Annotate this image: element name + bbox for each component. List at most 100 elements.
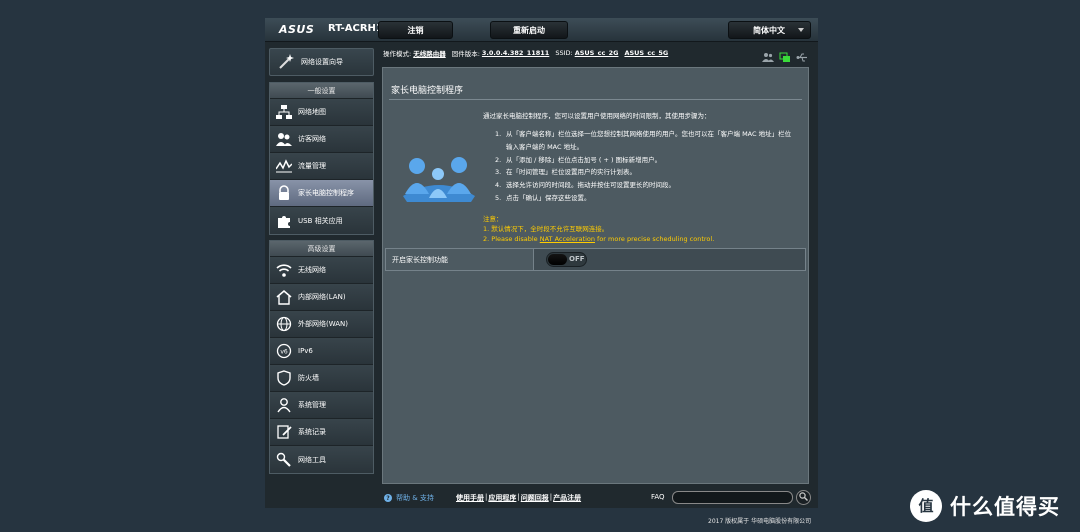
list-item: 3. 在「时间管理」栏位设置用户的实行计划表。	[495, 166, 795, 179]
usb-status-icon[interactable]	[796, 48, 808, 62]
nav-item-label: 无线网络	[298, 266, 326, 274]
faq-search-button[interactable]	[796, 490, 811, 505]
magic-wand-icon	[277, 53, 295, 71]
footer-links: 使用手册 | 应用程序 | 问题回报 | 产品注册	[456, 493, 581, 503]
admin-person-icon	[276, 397, 292, 413]
title-divider	[389, 99, 802, 100]
asus-logo: ASUS	[279, 23, 315, 36]
step-number: 5.	[495, 193, 502, 202]
reboot-button[interactable]: 重新启动	[490, 21, 568, 39]
system-log-icon	[276, 424, 292, 440]
step-text: 选择允许访问的时间段。拖动并按住可设置更长的时间段。	[506, 181, 675, 190]
nav-item-administration[interactable]: 系统管理	[270, 392, 373, 419]
nav-item-network-map[interactable]: 网络地图	[270, 99, 373, 126]
smzdm-watermark: 值 什么值得买	[910, 490, 1060, 522]
feedback-link[interactable]: 问题回报	[521, 493, 549, 503]
utility-link[interactable]: 应用程序	[488, 493, 516, 503]
nav-item-label: IPv6	[298, 347, 313, 355]
note-1: 1. 默认情况下，全时段不允许互联网连接。	[483, 225, 609, 233]
help-support-link[interactable]: ? 帮助 & 支持	[384, 493, 434, 503]
operation-mode-label: 操作模式:	[383, 50, 412, 58]
nav-item-network-tools[interactable]: 网络工具	[270, 446, 373, 473]
list-item: 4. 选择允许访问的时间段。拖动并按住可设置更长的时间段。	[495, 179, 795, 192]
step-number: 1.	[495, 130, 502, 138]
enable-parental-control-label: 开启家长控制功能	[386, 249, 534, 270]
svg-text:v6: v6	[280, 349, 288, 356]
family-icon	[401, 154, 477, 204]
firewall-shield-icon	[276, 370, 292, 386]
nav-item-lan[interactable]: 内部网络(LAN)	[270, 284, 373, 311]
network-map-icon	[276, 104, 292, 120]
network-wizard-button[interactable]: 网络设置向导	[269, 48, 374, 76]
language-select[interactable]: 简体中文	[728, 21, 811, 39]
status-bar: 操作模式: 无线路由器 固件版本: 3.0.0.4.382_11811 SSID…	[383, 46, 813, 60]
list-item: 1. 从「客户端名称」栏位选择一位您想控制其网络使用的用户。您也可以在「客户端 M…	[495, 128, 795, 154]
main-panel: 家长电脑控制程序 通过家长电脑控制程序，您可以设置用户使用网络的时间限制，其使用…	[382, 67, 809, 484]
wireless-icon	[276, 262, 292, 278]
parental-lock-icon	[276, 185, 292, 201]
step-text: 从「添加 / 移除」栏位点击加号 ( + ) 图标新增用户。	[506, 155, 662, 164]
step-text: 在「时间管理」栏位设置用户的实行计划表。	[506, 168, 636, 177]
nav-item-firewall[interactable]: 防火墙	[270, 365, 373, 392]
note-2-suffix: for more precise scheduling control.	[594, 235, 715, 243]
note-2: 2. Please disable NAT Acceleration for m…	[483, 235, 714, 243]
guest-network-icon	[276, 131, 292, 147]
nav-item-wireless[interactable]: 无线网络	[270, 257, 373, 284]
nat-acceleration-link[interactable]: NAT Acceleration	[540, 235, 595, 243]
nav-item-wan[interactable]: 外部网络(WAN)	[270, 311, 373, 338]
nav-item-label: 家长电脑控制程序	[298, 189, 354, 197]
step-text: 从「客户端名称」栏位选择一位您想控制其网络使用的用户。您也可以在「客户端 MAC…	[506, 130, 792, 151]
steps-list: 1. 从「客户端名称」栏位选择一位您想控制其网络使用的用户。您也可以在「客户端 M…	[495, 128, 795, 205]
help-icon: ?	[384, 494, 392, 502]
help-support-label: 帮助 & 支持	[396, 494, 434, 502]
status-icons	[762, 48, 812, 62]
smzdm-logo-icon: 值	[910, 490, 942, 522]
ipv6-icon: v6	[276, 343, 292, 359]
nav-item-traffic-manager[interactable]: 流量管理	[270, 153, 373, 180]
parental-control-toggle[interactable]: OFF	[546, 252, 587, 267]
nav-item-label: 外部网络(WAN)	[298, 320, 349, 328]
nav-item-ipv6[interactable]: v6 IPv6	[270, 338, 373, 365]
language-value: 简体中文	[753, 25, 785, 35]
faq-label: FAQ	[651, 493, 665, 501]
nav-item-label: 系统记录	[298, 428, 326, 436]
nav-item-label: 系统管理	[298, 401, 326, 409]
internet-status-icon[interactable]	[779, 48, 791, 62]
link-separator: |	[517, 493, 520, 501]
manual-link[interactable]: 使用手册	[456, 493, 484, 503]
clients-status-icon[interactable]	[762, 48, 774, 62]
nav-item-label: 访客网络	[298, 135, 326, 143]
firmware-version-link[interactable]: 3.0.0.4.382_11811	[482, 49, 549, 57]
operation-mode-link[interactable]: 无线路由器	[413, 48, 446, 58]
step-number: 4.	[495, 181, 502, 190]
advanced-settings-menu: 高级设置 无线网络 内部网络(LAN) 外部网络(WAN) v6 IPv6 防火…	[269, 240, 374, 474]
ssid-label: SSID:	[555, 49, 573, 57]
ssid-2g-link[interactable]: ASUS_cc_2G	[575, 49, 619, 57]
product-registration-link[interactable]: 产品注册	[553, 493, 581, 503]
step-text: 点击「确认」保存这些设置。	[506, 193, 591, 202]
list-item: 2. 从「添加 / 移除」栏位点击加号 ( + ) 图标新增用户。	[495, 154, 795, 167]
usb-puzzle-icon	[276, 213, 292, 229]
footer: ? 帮助 & 支持 使用手册 | 应用程序 | 问题回报 | 产品注册 FAQ	[382, 489, 815, 507]
wan-globe-icon	[276, 316, 292, 332]
logo-glyph: 值	[918, 497, 933, 515]
network-tools-icon	[276, 452, 292, 468]
faq-search-input[interactable]	[672, 491, 793, 504]
general-settings-heading: 一般设置	[270, 83, 373, 99]
firmware-label: 固件版本:	[451, 50, 480, 58]
wizard-label: 网络设置向导	[301, 58, 343, 66]
nav-item-system-log[interactable]: 系统记录	[270, 419, 373, 446]
toggle-knob	[548, 254, 567, 265]
note-2-prefix: 2. Please disable	[483, 235, 540, 243]
page-title: 家长电脑控制程序	[391, 86, 464, 96]
logout-button[interactable]: 注销	[378, 21, 453, 39]
ssid-5g-link[interactable]: ASUS_cc_5G	[624, 49, 668, 57]
nav-item-guest-network[interactable]: 访客网络	[270, 126, 373, 153]
nav-item-parental-control[interactable]: 家长电脑控制程序	[270, 180, 373, 207]
link-separator: |	[549, 493, 553, 501]
copyright-text: 2017 版权属于 华硕电脑股份有限公司	[708, 518, 812, 525]
watermark-text: 什么值得买	[950, 495, 1060, 519]
nav-item-usb-application[interactable]: USB 相关应用	[270, 207, 373, 234]
nav-item-label: 内部网络(LAN)	[298, 293, 346, 301]
advanced-settings-heading: 高级设置	[270, 241, 373, 257]
